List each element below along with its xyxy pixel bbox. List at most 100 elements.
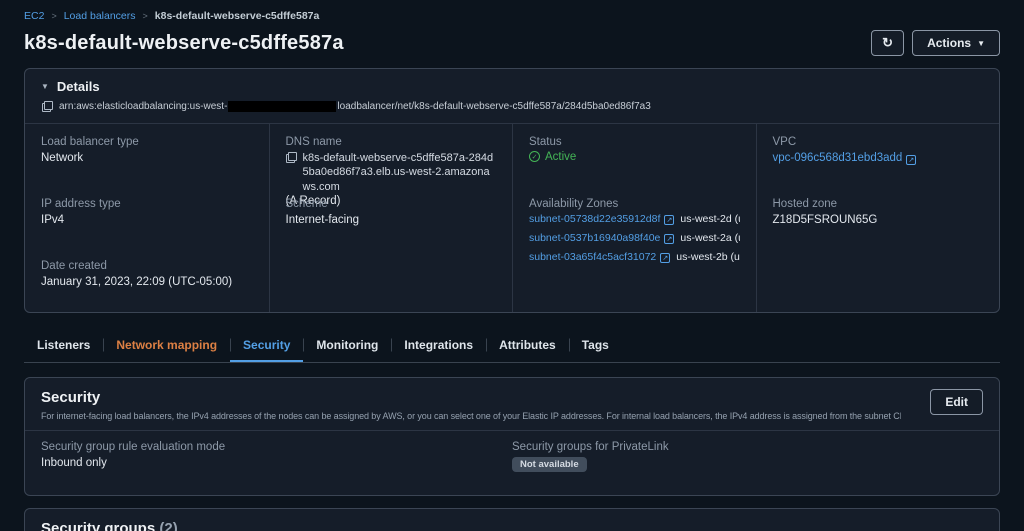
az-zone: us-west-2a (usw2-az2) [680, 231, 739, 244]
field-label: Load balancer type [41, 135, 139, 148]
az-zone: us-west-2d (usw2-az4) [680, 212, 739, 225]
subnet-link[interactable]: subnet-03a65f4c5acf31072 [529, 251, 656, 263]
tab-integrations[interactable]: Integrations [391, 329, 486, 362]
field-ip-address-type: IP address type IPv4 [41, 198, 253, 260]
field-availability-zones: Availability Zones subnet-05738d22e35912… [529, 198, 740, 263]
page-title: k8s-default-webserve-c5dffe587a [24, 31, 344, 54]
details-collapse-toggle[interactable]: ▼ Details [41, 79, 983, 94]
security-groups-header: Security groups (2) A security group is … [25, 509, 999, 531]
field-vpc: VPC vpc-096c568d31ebd3add ↗ [773, 136, 984, 198]
security-panel: Security For internet-facing load balanc… [24, 377, 1000, 497]
az-zone: us-west-2b (usw2-az1) [676, 250, 740, 263]
tab-tags[interactable]: Tags [569, 329, 622, 362]
not-available-badge: Not available [512, 457, 587, 473]
field-label: Hosted zone [772, 197, 838, 210]
field-date-created: Date created January 31, 2023, 22:09 (UT… [41, 260, 253, 291]
field-label: Scheme [285, 197, 328, 210]
vpc-link[interactable]: vpc-096c568d31ebd3add [773, 152, 903, 164]
details-grid: Load balancer type Network IP address ty… [25, 123, 1000, 313]
security-header-text: Security For internet-facing load balanc… [41, 389, 901, 421]
tab-monitoring[interactable]: Monitoring [303, 329, 391, 362]
breadcrumb-ec2[interactable]: EC2 [24, 10, 44, 22]
security-title: Security [41, 389, 101, 407]
check-glyph: ✓ [531, 153, 538, 161]
security-fields: Security group rule evaluation mode Inbo… [25, 431, 999, 495]
field-value: IPv4 [41, 213, 65, 226]
subnet-link[interactable]: subnet-05738d22e35912d8f [529, 213, 660, 225]
actions-label: Actions [927, 36, 972, 50]
caret-down-icon: ▼ [977, 39, 985, 49]
details-header: ▼ Details arn:aws:elasticloadbalancing:u… [25, 69, 999, 124]
tab-network-mapping[interactable]: Network mapping [103, 329, 230, 362]
field-scheme: Scheme Internet-facing [286, 198, 497, 229]
dns-name-value: k8s-default-webserve-c5dffe587a-284d5ba0… [302, 151, 494, 193]
breadcrumb-separator: > [51, 11, 57, 21]
breadcrumb-separator: > [142, 11, 148, 21]
field-value: Inbound only [41, 457, 107, 470]
az-row: subnet-03a65f4c5acf31072 ↗ us-west-2b (u… [529, 251, 740, 263]
external-link-icon: ↗ [660, 252, 671, 263]
check-circle-icon: ✓ [529, 151, 540, 163]
page: EC2 > Load balancers > k8s-default-webse… [0, 0, 1024, 531]
arn-prefix: arn:aws:elasticloadbalancing:us-west- [59, 101, 228, 113]
edit-label: Edit [945, 395, 968, 410]
field-label: Security groups for PrivateLink [512, 441, 669, 454]
details-column-2: DNS name k8s-default-webserve-c5dffe587a… [268, 123, 513, 313]
field-value: Internet-facing [285, 213, 360, 226]
actions-button[interactable]: Actions ▼ [912, 30, 1000, 57]
tab-attributes[interactable]: Attributes [486, 329, 569, 362]
field-value: Z18D5FSROUN65G [772, 213, 878, 226]
tab-bar: Listeners Network mapping Security Monit… [24, 329, 1000, 364]
field-label: IP address type [41, 197, 121, 210]
collapse-triangle-icon: ▼ [41, 82, 49, 92]
field-value: Network [41, 151, 84, 164]
breadcrumb-load-balancers[interactable]: Load balancers [64, 10, 136, 22]
refresh-button[interactable]: ↻ [871, 30, 905, 56]
breadcrumb: EC2 > Load balancers > k8s-default-webse… [24, 8, 1000, 28]
copy-dns-icon[interactable] [285, 151, 297, 163]
tab-security[interactable]: Security [230, 329, 304, 363]
field-label: VPC [772, 135, 797, 148]
arn-row: arn:aws:elasticloadbalancing:us-west-loa… [42, 101, 983, 113]
refresh-icon: ↻ [882, 35, 894, 51]
az-row: subnet-05738d22e35912d8f ↗ us-west-2d (u… [529, 213, 740, 225]
security-groups-title-text: Security groups [41, 520, 156, 531]
status-text: Active [545, 150, 577, 163]
field-value: January 31, 2023, 22:09 (UTC-05:00) [41, 275, 233, 288]
arn-redaction [228, 101, 337, 113]
field-label: Status [529, 135, 562, 148]
field-rule-evaluation-mode: Security group rule evaluation mode Inbo… [41, 441, 512, 472]
field-label: Availability Zones [529, 197, 619, 210]
security-groups-panel: Security groups (2) A security group is … [24, 508, 1000, 531]
external-link-icon: ↗ [664, 214, 675, 225]
details-column-3: Status ✓ Active Availability Zones subne… [512, 123, 756, 313]
security-groups-count: (2) [159, 520, 178, 531]
breadcrumb-current: k8s-default-webserve-c5dffe587a [154, 10, 320, 22]
field-status: Status ✓ Active [529, 136, 740, 198]
details-column-1: Load balancer type Network IP address ty… [25, 124, 269, 313]
details-column-4: VPC vpc-096c568d31ebd3add ↗ Hosted zone Z… [755, 123, 1000, 313]
field-privatelink-groups: Security groups for PrivateLink Not avai… [512, 441, 983, 473]
az-row: subnet-0537b16940a98f40e ↗ us-west-2a (u… [529, 232, 740, 244]
field-label: DNS name [285, 135, 342, 148]
copy-arn-icon[interactable] [42, 101, 53, 113]
header-actions: ↻ Actions ▼ [871, 30, 1000, 57]
security-header: Security For internet-facing load balanc… [25, 378, 999, 432]
tab-listeners[interactable]: Listeners [24, 329, 103, 362]
field-load-balancer-type: Load balancer type Network [41, 136, 253, 198]
field-label: Security group rule evaluation mode [41, 441, 226, 454]
arn-suffix: loadbalancer/net/k8s-default-webserve-c5… [337, 101, 651, 113]
external-link-icon: ↗ [664, 233, 675, 244]
arn-text: arn:aws:elasticloadbalancing:us-west-loa… [59, 101, 651, 113]
details-title: Details [56, 79, 100, 95]
field-hosted-zone: Hosted zone Z18D5FSROUN65G [773, 198, 984, 229]
edit-button[interactable]: Edit [930, 389, 983, 416]
page-header: k8s-default-webserve-c5dffe587a ↻ Action… [24, 30, 1000, 57]
security-description: For internet-facing load balancers, the … [41, 411, 901, 422]
details-panel: ▼ Details arn:aws:elasticloadbalancing:u… [24, 68, 1000, 314]
security-groups-title: Security groups (2) [41, 520, 983, 531]
field-dns-name: DNS name k8s-default-webserve-c5dffe587a… [285, 135, 497, 207]
subnet-link[interactable]: subnet-0537b16940a98f40e [529, 232, 660, 244]
field-label: Date created [41, 259, 107, 272]
external-link-icon: ↗ [906, 155, 917, 166]
